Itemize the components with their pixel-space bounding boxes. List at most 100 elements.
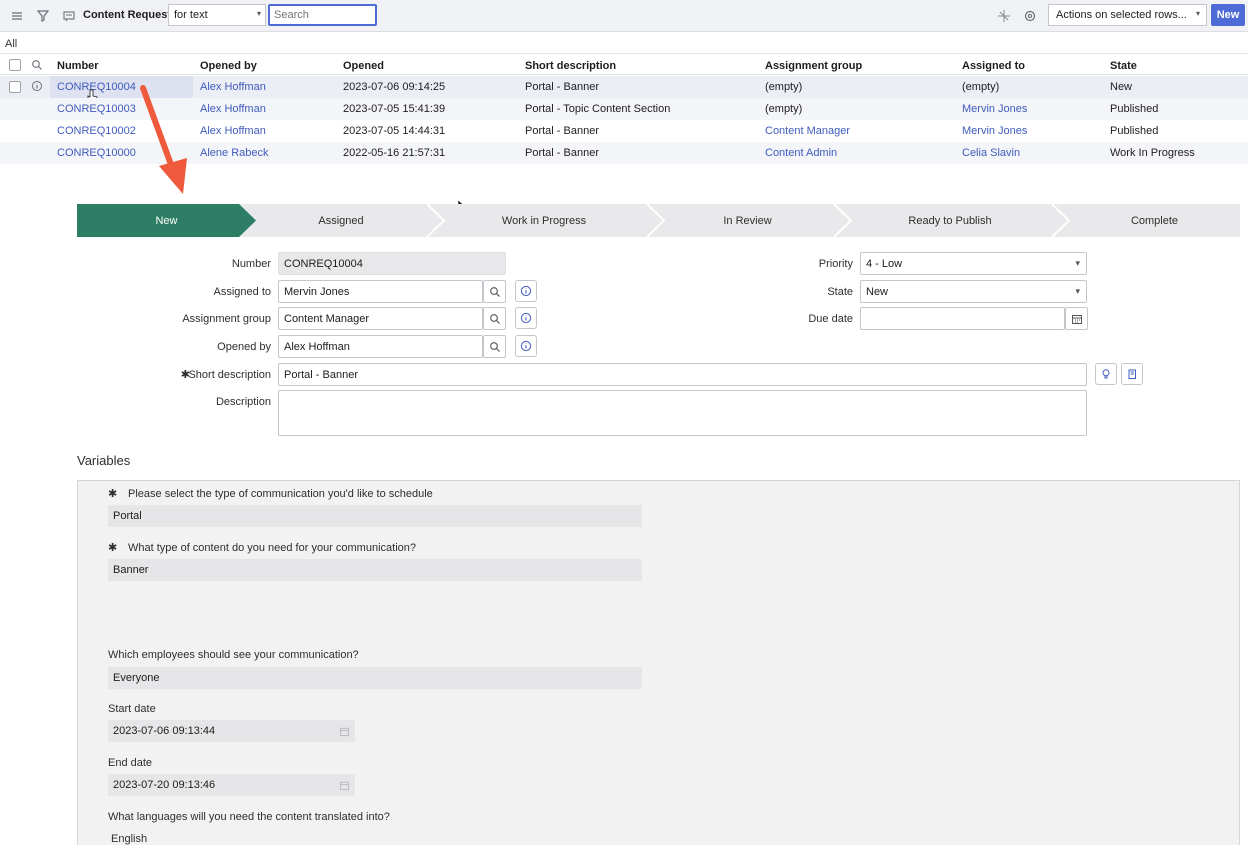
suggestion-button[interactable] <box>1095 363 1117 385</box>
variable-answer-field: Banner <box>108 559 642 581</box>
assignment-group-field[interactable]: Content Manager <box>278 307 483 330</box>
row-checkbox[interactable] <box>9 81 21 93</box>
actions-select[interactable]: Actions on selected rows... ▾ <box>1048 4 1207 26</box>
variable-answer-field: Everyone <box>108 667 642 689</box>
assigned-to-info-button[interactable] <box>515 280 537 302</box>
assigned-to-link[interactable]: Mervin Jones <box>962 103 1027 115</box>
assignment-group-cell: (empty) <box>765 81 803 93</box>
assignment-group-lookup-button[interactable] <box>483 307 506 330</box>
variable-question-label: What type of content do you need for you… <box>128 542 416 554</box>
opened-by-link[interactable]: Alex Hoffman <box>200 81 266 93</box>
state-select[interactable]: New ▾ <box>860 280 1087 303</box>
assignment-group-info-button[interactable] <box>515 307 537 329</box>
filter-icon[interactable] <box>35 8 51 24</box>
gear-icon[interactable] <box>1022 8 1038 24</box>
calendar-icon <box>1071 314 1082 324</box>
column-header-short-description[interactable]: Short description <box>525 60 616 72</box>
priority-select-value: 4 - Low <box>866 258 903 270</box>
short-description-field[interactable]: Portal - Banner <box>278 363 1087 386</box>
search-icon[interactable] <box>31 59 43 71</box>
knowledge-button[interactable] <box>1121 363 1143 385</box>
priority-select[interactable]: 4 - Low ▾ <box>860 252 1087 275</box>
state-cell: New <box>1110 81 1133 93</box>
variable-date-field: 2023-07-20 09:13:46 <box>108 774 333 796</box>
hamburger-menu-icon[interactable] <box>9 8 25 24</box>
assignment-group-cell: (empty) <box>765 103 803 115</box>
process-flow: New Assigned Work in Progress In Review … <box>77 204 1240 237</box>
actions-select-value: Actions on selected rows... <box>1056 9 1187 21</box>
list-context-icon[interactable] <box>61 8 77 24</box>
opened-by-link[interactable]: Alex Hoffman <box>200 103 266 115</box>
flow-step-complete: Complete <box>1130 214 1179 227</box>
flow-step-new: New <box>155 214 178 227</box>
opened-by-field[interactable]: Alex Hoffman <box>278 335 483 358</box>
opened-cell: 2023-07-06 09:14:25 <box>343 81 446 93</box>
number-link[interactable]: CONREQ10002 <box>57 125 136 137</box>
short-description-cell: Portal - Banner <box>525 147 599 159</box>
assignment-group-link[interactable]: Content Manager <box>765 125 850 137</box>
assigned-to-cell: (empty) <box>962 81 1000 93</box>
description-label: Description <box>215 396 271 408</box>
info-icon <box>520 312 532 324</box>
column-header-assignment-group[interactable]: Assignment group <box>765 60 862 72</box>
search-field-select[interactable]: for text ▾ <box>168 4 266 26</box>
opened-by-info-button[interactable] <box>515 335 537 357</box>
opened-by-link[interactable]: Alene Rabeck <box>200 147 269 159</box>
number-link[interactable]: CONREQ10000 <box>57 147 136 159</box>
calendar-icon <box>333 720 355 742</box>
flow-step-ready-to-publish: Ready to Publish <box>908 214 992 227</box>
chevron-down-icon: ▾ <box>1075 286 1080 296</box>
chevron-down-icon: ▾ <box>1195 9 1200 18</box>
short-description-cell: Portal - Banner <box>525 125 599 137</box>
column-header-assigned-to[interactable]: Assigned to <box>962 60 1025 72</box>
assigned-to-label: Assigned to <box>213 286 271 298</box>
search-input[interactable] <box>268 4 377 26</box>
column-header-opened-by[interactable]: Opened by <box>200 60 257 72</box>
sparkle-icon[interactable] <box>996 8 1012 24</box>
variable-question-label: End date <box>108 757 153 769</box>
variable-question-label: What languages will you need the content… <box>108 811 390 823</box>
calendar-icon <box>333 774 355 796</box>
state-cell: Work In Progress <box>1110 147 1195 159</box>
search-field-select-value: for text <box>174 9 208 21</box>
description-field[interactable] <box>278 390 1087 436</box>
column-header-state[interactable]: State <box>1110 60 1137 72</box>
column-header-number[interactable]: Number <box>57 60 99 72</box>
search-icon <box>489 313 500 324</box>
opened-cell: 2023-07-05 15:41:39 <box>343 103 446 115</box>
number-link[interactable]: CONREQ10003 <box>57 103 136 115</box>
select-all-checkbox[interactable] <box>9 59 21 71</box>
assigned-to-link[interactable]: Celia Slavin <box>962 147 1020 159</box>
variable-answer-text: English <box>111 833 148 845</box>
new-button[interactable]: New <box>1211 4 1245 26</box>
info-icon[interactable] <box>31 80 43 92</box>
flow-step-in-review: In Review <box>723 214 772 227</box>
short-description-cell: Portal - Topic Content Section <box>525 103 671 115</box>
assignment-group-link[interactable]: Content Admin <box>765 147 837 159</box>
number-label: Number <box>231 258 271 270</box>
opened-by-label: Opened by <box>217 341 271 353</box>
list-title: Content Requests <box>83 9 178 21</box>
short-description-cell: Portal - Banner <box>525 81 599 93</box>
assigned-to-link[interactable]: Mervin Jones <box>962 125 1027 137</box>
variable-question-label: Which employees should see your communic… <box>108 649 359 661</box>
opened-by-lookup-button[interactable] <box>483 335 506 358</box>
list-header: Number Opened by Opened Short descriptio… <box>0 53 1248 75</box>
column-header-opened[interactable]: Opened <box>343 60 384 72</box>
state-cell: Published <box>1110 103 1159 115</box>
breadcrumb[interactable]: All <box>5 38 17 50</box>
assignment-group-label: Assignment group <box>182 313 271 325</box>
annotation-arrow-icon <box>140 85 187 194</box>
assigned-to-field[interactable]: Mervin Jones <box>278 280 483 303</box>
assigned-to-lookup-button[interactable] <box>483 280 506 303</box>
book-icon <box>1128 369 1136 379</box>
number-field: CONREQ10004 <box>278 252 506 275</box>
list-toolbar: Content Requests for text ▾ Actions on s… <box>0 0 1248 32</box>
opened-by-link[interactable]: Alex Hoffman <box>200 125 266 137</box>
short-description-label: Short description <box>188 369 271 381</box>
variable-question-label: Please select the type of communication … <box>128 488 433 500</box>
due-date-picker-button[interactable] <box>1065 307 1088 330</box>
search-icon <box>489 286 500 297</box>
flow-step-assigned: Assigned <box>318 214 364 227</box>
due-date-field[interactable] <box>860 307 1065 330</box>
